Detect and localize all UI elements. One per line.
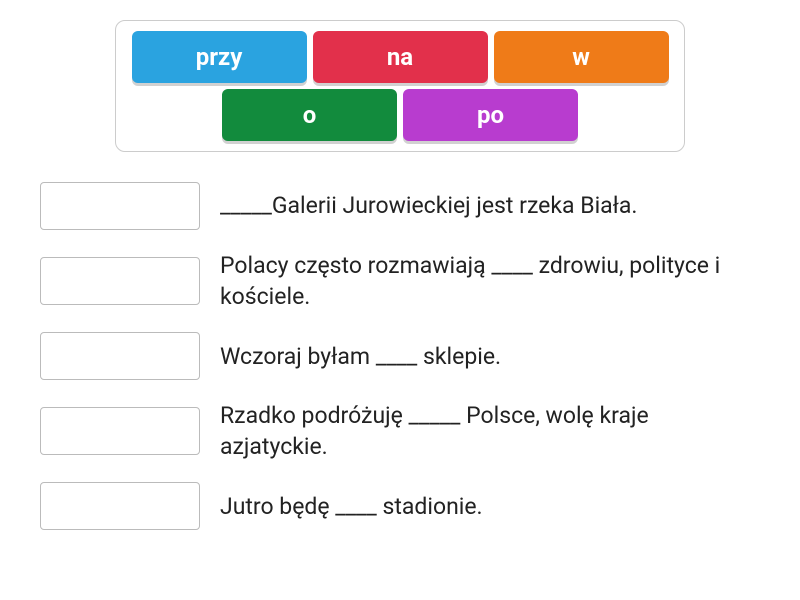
question-row: _____Galerii Jurowieckiej jest rzeka Bia… xyxy=(40,182,770,230)
sentence-text: _____Galerii Jurowieckiej jest rzeka Bia… xyxy=(220,190,637,221)
sentence-text: Polacy często rozmawiają ____ zdrowiu, p… xyxy=(220,250,740,312)
question-row: Jutro będę ____ stadionie. xyxy=(40,482,770,530)
drop-zone-2[interactable] xyxy=(40,257,200,305)
drop-zone-5[interactable] xyxy=(40,482,200,530)
word-tile-na[interactable]: na xyxy=(313,31,488,83)
questions-list: _____Galerii Jurowieckiej jest rzeka Bia… xyxy=(40,182,770,530)
word-tile-przy[interactable]: przy xyxy=(132,31,307,83)
question-row: Wczoraj byłam ____ sklepie. xyxy=(40,332,770,380)
drop-zone-4[interactable] xyxy=(40,407,200,455)
word-tile-w[interactable]: w xyxy=(494,31,669,83)
word-bank: przy na w o po xyxy=(115,20,685,152)
word-tile-po[interactable]: po xyxy=(403,89,578,141)
question-row: Rzadko podróżuję _____ Polsce, wolę kraj… xyxy=(40,400,770,462)
sentence-text: Jutro będę ____ stadionie. xyxy=(220,491,483,522)
word-tile-o[interactable]: o xyxy=(222,89,397,141)
question-row: Polacy często rozmawiają ____ zdrowiu, p… xyxy=(40,250,770,312)
sentence-text: Wczoraj byłam ____ sklepie. xyxy=(220,341,501,372)
drop-zone-1[interactable] xyxy=(40,182,200,230)
drop-zone-3[interactable] xyxy=(40,332,200,380)
sentence-text: Rzadko podróżuję _____ Polsce, wolę kraj… xyxy=(220,400,740,462)
